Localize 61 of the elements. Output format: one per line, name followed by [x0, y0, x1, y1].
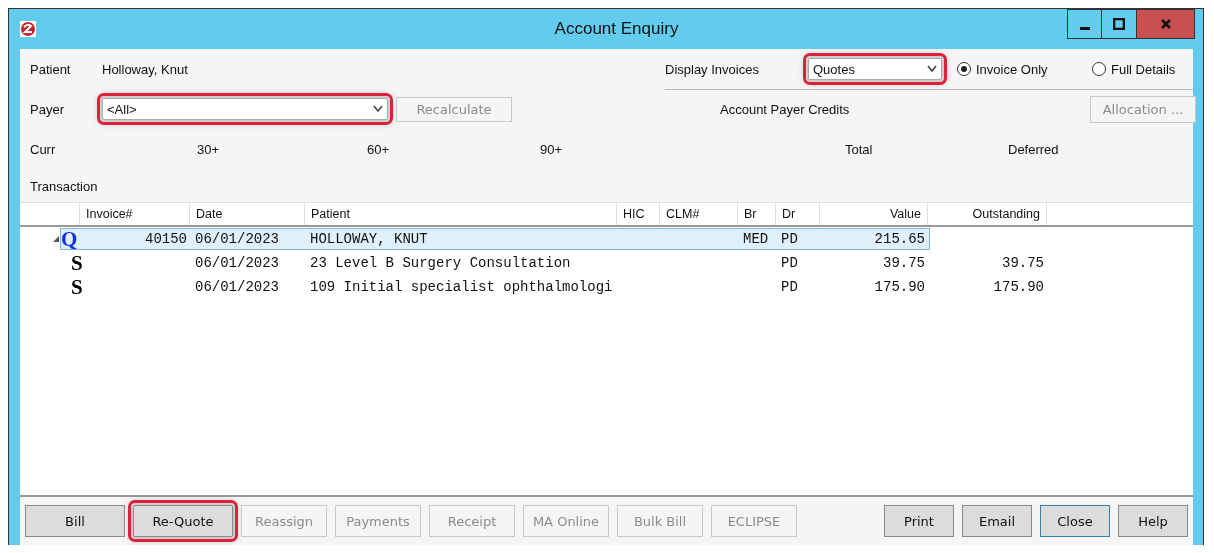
- column-label: 60+: [367, 141, 390, 157]
- action-button[interactable]: Print: [884, 505, 954, 537]
- table-cell-text: 06/01/2023: [194, 255, 280, 271]
- table-cell-text: PD: [780, 279, 799, 295]
- quote-mark: Q: [61, 226, 78, 251]
- table-cell-text: 40150: [144, 231, 188, 247]
- close-icon: [1159, 18, 1172, 30]
- table-cell-text: 109 Initial specialist ophthalmologi: [309, 279, 614, 295]
- service-mark: S: [71, 274, 83, 299]
- field-label: Display Invoices: [665, 61, 759, 77]
- table-row[interactable]: Q 40150 06/01/2023 HOLLOWAY, KNUT MED PD 215.65: [60, 228, 930, 250]
- action-button[interactable]: Help: [1118, 505, 1188, 537]
- patient-name: Holloway, Knut: [102, 61, 188, 77]
- minimize-icon: [1079, 26, 1090, 30]
- table-cell-text: 175.90: [873, 279, 926, 295]
- table-cell-text: PD: [780, 255, 799, 271]
- app-logo-icon: [20, 21, 36, 37]
- table-cell-text: 215.65: [873, 231, 926, 247]
- field-label: Patient: [30, 61, 71, 77]
- tree-toggle-icon[interactable]: [52, 235, 60, 243]
- table-cell-text: 39.75: [1001, 255, 1045, 271]
- table-cell-text: 23 Level B Surgery Consultation: [309, 255, 572, 271]
- action-button[interactable]: Bill: [25, 505, 125, 537]
- maximize-icon: [1113, 18, 1125, 30]
- table-cell-text: MED: [742, 231, 770, 247]
- table-cell-text: 175.90: [992, 279, 1045, 295]
- field-label: Payer: [30, 101, 64, 117]
- column-label: 30+: [197, 141, 220, 157]
- service-mark: S: [71, 250, 83, 275]
- column-label: Total: [845, 141, 873, 157]
- column-label: Curr: [30, 141, 56, 157]
- column-header[interactable]: CLM#: [660, 203, 738, 225]
- column-header[interactable]: Br: [738, 203, 776, 225]
- column-header[interactable]: Outstanding: [928, 203, 1047, 225]
- action-button[interactable]: Close: [1040, 505, 1110, 537]
- column-label: 90+: [540, 141, 563, 157]
- column-header[interactable]: Date: [190, 203, 305, 225]
- chevron-down-icon: [373, 105, 383, 113]
- section-label: Transaction: [30, 178, 98, 194]
- window-title: Account Enquiry: [554, 19, 679, 39]
- maximize-button[interactable]: [1102, 9, 1137, 39]
- chevron-down-icon: [927, 65, 937, 73]
- action-button[interactable]: Email: [962, 505, 1032, 537]
- table-cell-text: PD: [780, 231, 799, 247]
- column-label: Deferred: [1008, 141, 1059, 157]
- column-header[interactable]: Dr: [776, 203, 820, 225]
- table-cell-text: 06/01/2023: [194, 279, 280, 295]
- radio-option[interactable]: Invoice Only: [957, 61, 1048, 77]
- close-button[interactable]: [1137, 9, 1195, 39]
- column-header[interactable]: Value: [820, 203, 928, 225]
- column-header[interactable]: HIC: [617, 203, 660, 225]
- section-label: Account Payer Credits: [720, 101, 850, 117]
- table-cell-text: 06/01/2023: [194, 231, 280, 247]
- minimize-button[interactable]: [1067, 9, 1102, 39]
- table-cell-text: HOLLOWAY, KNUT: [309, 231, 429, 247]
- column-header[interactable]: Patient: [305, 203, 617, 225]
- radio-icon[interactable]: [1092, 62, 1106, 76]
- column-header[interactable]: Invoice#: [80, 203, 190, 225]
- radio-icon[interactable]: [957, 62, 971, 76]
- radio-option[interactable]: Full Details: [1092, 61, 1176, 77]
- table-cell-text: 39.75: [882, 255, 926, 271]
